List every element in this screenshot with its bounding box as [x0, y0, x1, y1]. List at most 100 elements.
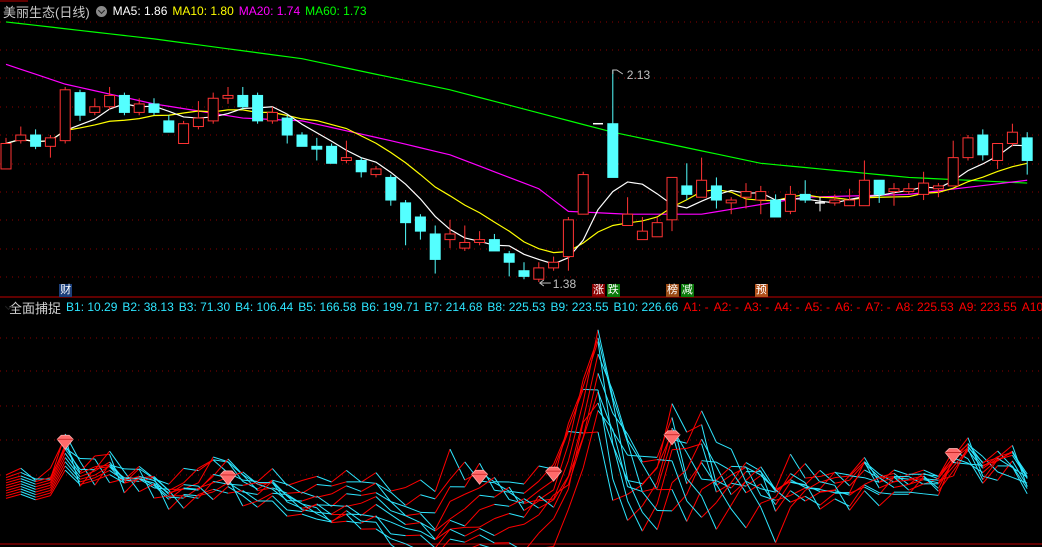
event-marker[interactable]: 跌 [606, 284, 620, 297]
b3-line-segment [405, 506, 421, 513]
b8-line-segment [331, 520, 347, 524]
b1-line-segment [434, 448, 451, 492]
candle-body [118, 94, 130, 113]
b8-line-segment [464, 528, 480, 537]
b7-line-segment [893, 483, 909, 489]
b6-line-segment [479, 503, 495, 511]
high-price-pointer [612, 69, 624, 75]
b1-line-segment [168, 468, 184, 485]
b10-line-segment [686, 410, 703, 444]
b2-line-segment [301, 484, 318, 494]
b1-line-segment [775, 453, 791, 489]
candle-body [607, 123, 619, 178]
b2-line-segment [420, 494, 436, 500]
ma-legend-item: MA20: 1.74 [238, 4, 301, 18]
b9-line-segment [390, 538, 406, 545]
candle-body [784, 193, 796, 212]
b6-line-segment [597, 353, 614, 392]
b8-line-segment [390, 533, 406, 537]
b6-line-segment [567, 419, 584, 477]
candle-body [59, 89, 71, 142]
b5-line-segment [153, 483, 170, 498]
candle-body [222, 94, 234, 99]
b5-line-segment [123, 471, 140, 493]
b9-line-segment [804, 482, 821, 510]
b3-line-segment [567, 386, 584, 424]
b7-line-segment [212, 482, 229, 493]
b5-line-segment [479, 494, 495, 498]
indicator-name: 全面捕捉 [9, 300, 62, 316]
candle-body [888, 188, 900, 193]
b10-line-segment [790, 490, 806, 508]
b4-line-segment [449, 493, 466, 502]
candle-body [548, 261, 560, 269]
candle-body [133, 103, 145, 113]
b4-line-segment [331, 493, 347, 507]
b8-line-segment [671, 417, 688, 479]
candle-body [755, 191, 767, 201]
a-legend-item: A2: - [713, 300, 739, 314]
b3-line-segment [612, 443, 629, 502]
chart-canvas[interactable]: 2.13 1.38 [0, 0, 1042, 547]
b1-line-segment [360, 472, 377, 483]
b1-line-segment [523, 465, 540, 485]
b3-line-segment [197, 456, 214, 484]
indicator-panel-legend: 全面捕捉 B1: 10.29 B2: 38.13 B3: 71.30 B4: 106.… [3, 299, 1042, 315]
b8-line-segment [509, 523, 525, 528]
candle-body [681, 185, 693, 195]
a-legend-item: A4: - [774, 300, 800, 314]
b10-line-segment [716, 441, 732, 450]
b8-line-segment [642, 455, 658, 458]
event-marker[interactable]: 财 [59, 284, 73, 297]
candle-body [385, 176, 397, 201]
candle-body [355, 159, 367, 173]
b10-line-segment [775, 507, 791, 543]
b10-line-segment [701, 410, 717, 443]
b3-line-segment [331, 485, 347, 495]
chevron-down-icon[interactable] [95, 5, 107, 17]
candle-body [740, 191, 752, 198]
b7-line-segment [701, 502, 717, 518]
b6-line-segment [716, 466, 732, 481]
b10-line-segment [864, 490, 880, 507]
candle-body [414, 216, 426, 232]
event-marker[interactable]: 预 [754, 284, 768, 297]
event-marker[interactable]: 榜 [666, 284, 679, 297]
b10-line-segment [834, 485, 851, 511]
b1-line-segment [242, 479, 258, 482]
candle-body [488, 239, 500, 252]
candle-body [992, 143, 1004, 161]
candle-body [562, 219, 574, 258]
b6-line-segment [627, 439, 643, 465]
b9-line-segment [730, 508, 747, 529]
b3-line-segment [627, 500, 643, 532]
b5-line-segment [20, 480, 36, 488]
candle-body [104, 94, 116, 108]
event-marker[interactable]: 减 [680, 284, 694, 297]
event-marker[interactable]: 涨 [592, 284, 605, 297]
b1-line-segment [5, 467, 22, 476]
candle-body [89, 106, 101, 113]
b3-line-segment [316, 493, 332, 498]
b-legend-item: B1: 10.29 [66, 300, 118, 314]
candle-body [340, 157, 352, 161]
b7-line-segment [20, 485, 36, 493]
b10-line-segment [656, 439, 673, 489]
candle-body [533, 267, 545, 280]
candle-body [192, 117, 204, 128]
candle-body [903, 188, 915, 193]
b8-line-segment [523, 514, 540, 525]
ma-legend-item: MA10: 1.80 [172, 4, 234, 18]
b6-line-segment [464, 509, 480, 527]
candle-body [858, 179, 870, 207]
b4-line-segment [20, 478, 36, 485]
b9-line-segment [538, 518, 554, 534]
b-legend: B1: 10.29 B2: 38.13 B3: 71.30 B4: 106.44 B5:… [66, 300, 683, 314]
candle-body [873, 179, 885, 195]
a-legend-item: A1: - [683, 300, 709, 314]
b1-line-segment [390, 486, 406, 492]
candle-body [326, 145, 338, 164]
b5-line-segment [597, 329, 614, 398]
b1-line-segment [420, 479, 436, 493]
diamond-signal-icon [56, 434, 74, 450]
